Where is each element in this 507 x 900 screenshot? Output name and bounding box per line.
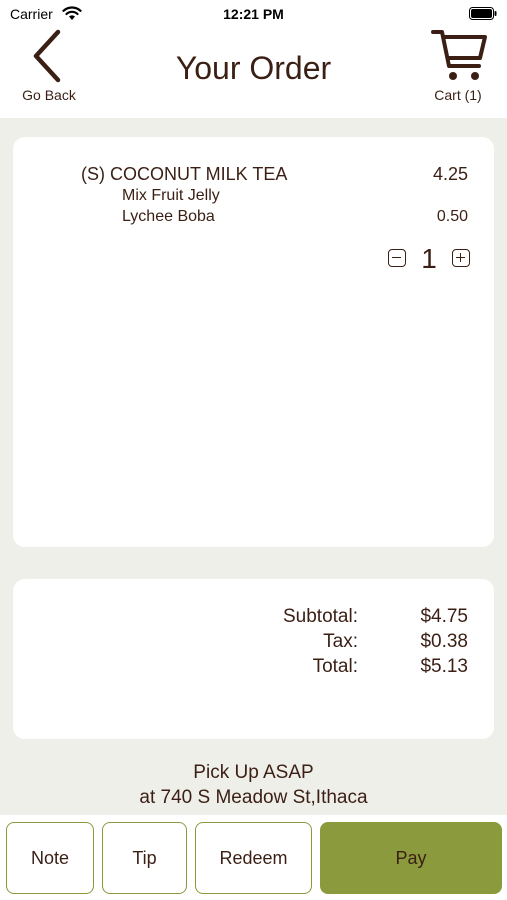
status-time: 12:21 PM	[223, 6, 284, 22]
note-button[interactable]: Note	[6, 822, 94, 894]
subtotal-value: $4.75	[420, 606, 468, 627]
cart-icon	[431, 30, 487, 80]
go-back-label: Go Back	[22, 87, 76, 103]
tax-value: $0.38	[420, 631, 468, 652]
action-bar: Note Tip Redeem Pay	[0, 815, 507, 900]
cart-label: Cart (1)	[434, 87, 482, 103]
header: Go Back Your Order Cart (1)	[0, 28, 507, 118]
total-label: Total:	[312, 656, 358, 677]
pay-button[interactable]: Pay	[320, 822, 502, 894]
decrease-quantity-button[interactable]	[388, 249, 406, 267]
quantity-value: 1	[421, 243, 437, 274]
status-bar: Carrier 12:21 PM	[0, 0, 507, 28]
cart-button[interactable]: Cart (1)	[419, 28, 497, 108]
battery-icon	[469, 7, 497, 20]
tip-button[interactable]: Tip	[102, 822, 187, 894]
increase-quantity-button[interactable]	[452, 249, 470, 267]
order-item-price: 4.25	[432, 164, 468, 184]
order-item-name: (S) COCONUT MILK TEA	[81, 164, 288, 184]
modifier-name: Mix Fruit Jelly	[122, 187, 220, 204]
tax-label: Tax:	[323, 631, 358, 652]
totals-card: Subtotal: $4.75 Tax: $0.38 Total: $5.13	[13, 579, 494, 739]
pickup-time: Pick Up ASAP	[193, 762, 314, 783]
quantity-stepper: 1	[388, 243, 470, 274]
modifier-name: Lychee Boba	[122, 208, 215, 225]
pickup-location: at 740 S Meadow St,Ithaca	[139, 787, 368, 808]
total-value: $5.13	[420, 656, 468, 677]
redeem-button[interactable]: Redeem	[195, 822, 312, 894]
subtotal-label: Subtotal:	[283, 606, 358, 627]
modifier-price: 0.50	[436, 208, 468, 225]
order-items-card: (S) COCONUT MILK TEA 4.25 Mix Fruit Jell…	[13, 137, 494, 547]
